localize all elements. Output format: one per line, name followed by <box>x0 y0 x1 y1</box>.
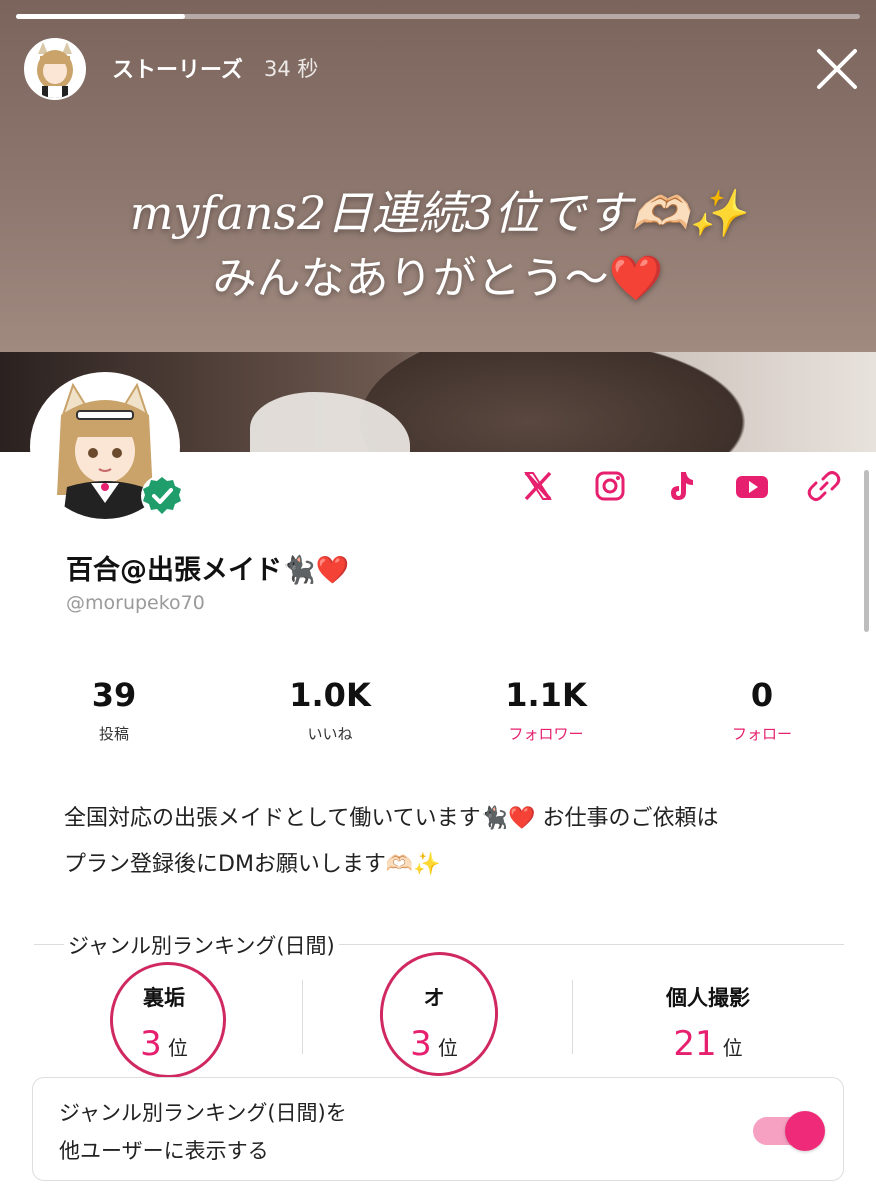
setting-label-line: 他ユーザーに表示する <box>59 1139 269 1163</box>
setting-label: ジャンル別ランキング(日間)を 他ユーザーに表示する <box>59 1094 347 1170</box>
ranking-number: 21 <box>673 1024 717 1064</box>
tiktok-icon[interactable] <box>662 468 698 504</box>
link-icon[interactable] <box>806 468 842 504</box>
stat-likes[interactable]: 1.0K いいね <box>250 675 410 744</box>
story-progress-bar <box>16 14 860 19</box>
story-username[interactable]: ストーリーズ <box>112 52 243 84</box>
ranking-title: ジャンル別ランキング(日間) <box>64 930 339 960</box>
ranking-visibility-setting: ジャンル別ランキング(日間)を 他ユーザーに表示する <box>32 1077 844 1181</box>
youtube-icon[interactable] <box>734 468 770 504</box>
story-avatar[interactable] <box>24 38 86 100</box>
x-icon[interactable] <box>520 468 556 504</box>
ranking-item: 個人撮影 21 位 <box>608 982 808 1064</box>
story-caption-line1: myfans2日連続3位です🫶🏻✨ <box>129 186 747 240</box>
scrollbar[interactable] <box>864 470 869 632</box>
bio-line: 全国対応の出張メイドとして働いています🐈‍⬛❤️ お仕事のご依頼は <box>64 806 719 831</box>
ranking-separator <box>572 980 573 1054</box>
stat-posts[interactable]: 39 投稿 <box>34 675 194 744</box>
avatar-illustration <box>26 40 84 98</box>
ranking-suffix: 位 <box>722 1036 743 1060</box>
ranking-separator <box>302 980 303 1054</box>
stat-following[interactable]: 0 フォロー <box>682 675 842 744</box>
stat-label: 投稿 <box>98 725 129 743</box>
stat-value: 1.1K <box>505 676 587 714</box>
ranking-genre: 個人撮影 <box>666 986 750 1010</box>
story-caption: myfans2日連続3位です🫶🏻✨ みんなありがとう〜❤️ <box>0 180 876 312</box>
toggle-knob <box>785 1111 825 1151</box>
setting-label-line: ジャンル別ランキング(日間)を <box>59 1101 347 1125</box>
story-timestamp: 34 秒 <box>264 57 319 81</box>
stat-label: フォロワー <box>508 725 584 743</box>
stat-value: 39 <box>91 676 137 714</box>
instagram-icon[interactable] <box>592 468 628 504</box>
stat-followers[interactable]: 1.1K フォロワー <box>466 675 626 744</box>
display-name: 百合@出張メイド🐈‍⬛❤️ <box>66 555 350 586</box>
ranking-visibility-toggle[interactable] <box>753 1111 825 1151</box>
stat-value: 1.0K <box>289 676 371 714</box>
bio-line: プラン登録後にDMお願いします🫶🏻✨ <box>64 852 441 877</box>
stat-label: フォロー <box>731 725 792 743</box>
story-progress-fill <box>16 14 185 19</box>
user-handle: @morupeko70 <box>66 592 205 614</box>
stat-value: 0 <box>750 676 774 714</box>
stat-label: いいね <box>307 725 353 743</box>
ranking-position: 21 位 <box>608 1024 808 1064</box>
profile-stats: 39 投稿 1.0K いいね 1.1K フォロワー 0 フォロー <box>0 675 876 755</box>
close-icon[interactable] <box>814 46 860 92</box>
cover-photo-shape <box>360 352 780 452</box>
story-caption-line2: みんなありがとう〜❤️ <box>212 253 664 304</box>
social-links <box>0 468 876 508</box>
profile-bio: 全国対応の出張メイドとして働いています🐈‍⬛❤️ お仕事のご依頼は プラン登録後… <box>64 796 824 888</box>
